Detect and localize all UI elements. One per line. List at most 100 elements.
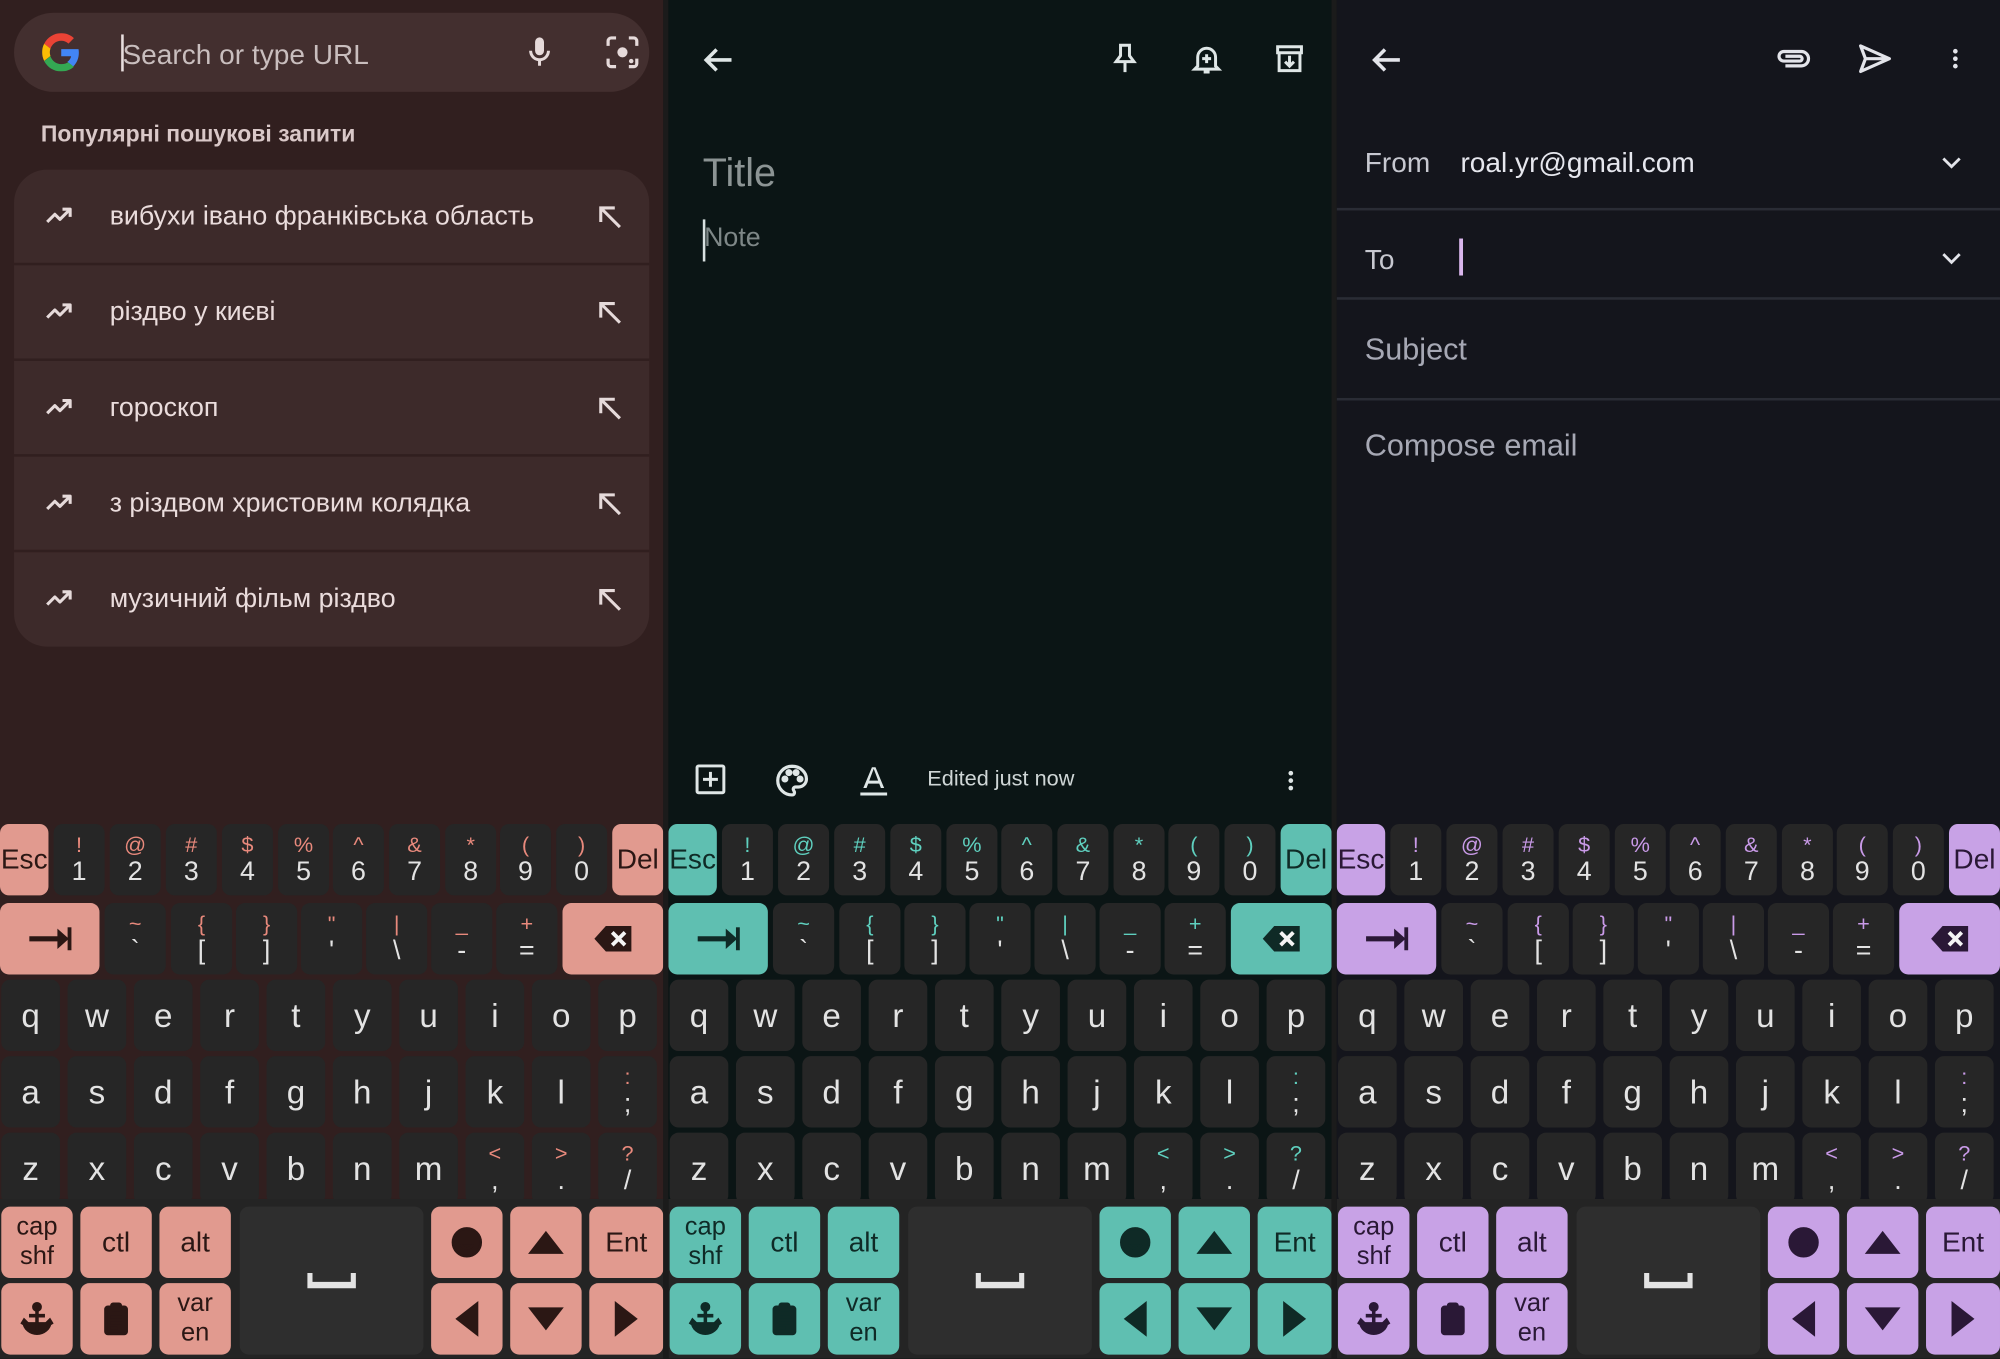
anchor-key[interactable] xyxy=(669,1283,742,1355)
key-d[interactable]: d xyxy=(133,1056,193,1128)
space-key[interactable] xyxy=(1576,1206,1761,1355)
key-bracket-left[interactable]: {[ xyxy=(170,903,233,975)
backspace-key[interactable] xyxy=(1899,903,2000,975)
arrow-right-key[interactable] xyxy=(589,1283,664,1355)
key-f[interactable]: f xyxy=(200,1056,259,1128)
key-k[interactable]: k xyxy=(1802,1056,1861,1128)
alt-key[interactable]: alt xyxy=(827,1206,900,1279)
key-x[interactable]: x xyxy=(1404,1132,1464,1205)
key-u[interactable]: u xyxy=(399,979,458,1052)
clipboard-key[interactable] xyxy=(1417,1283,1489,1355)
suggestion-item[interactable]: різдво у києві xyxy=(14,265,650,361)
key-p[interactable]: p xyxy=(1266,979,1326,1052)
key-e[interactable]: e xyxy=(1470,979,1530,1052)
key-i[interactable]: i xyxy=(1133,979,1193,1052)
space-key[interactable] xyxy=(908,1206,1092,1355)
key-1[interactable]: ! 1 xyxy=(1390,823,1442,896)
key-4[interactable]: $4 xyxy=(1558,823,1610,896)
key-v[interactable]: v xyxy=(868,1132,928,1205)
more-icon[interactable] xyxy=(1278,761,1304,799)
more-icon[interactable] xyxy=(1943,40,1969,78)
key-slash[interactable]: ? / xyxy=(1934,1132,1994,1205)
key-g[interactable]: g xyxy=(1603,1056,1662,1128)
tab-key[interactable] xyxy=(0,903,100,975)
key-m[interactable]: m xyxy=(399,1132,458,1205)
del-key[interactable]: Del xyxy=(1280,823,1332,896)
key-bracket-right[interactable]: }] xyxy=(235,903,298,975)
key-r[interactable]: r xyxy=(1536,979,1596,1052)
key-i[interactable]: i xyxy=(465,979,525,1052)
fill-arrow-icon[interactable] xyxy=(594,202,625,233)
key-f[interactable]: f xyxy=(868,1056,928,1128)
key-minus[interactable]: _ - xyxy=(1767,903,1830,975)
key-q[interactable]: q xyxy=(1,979,60,1052)
key-bracket-left[interactable]: {[ xyxy=(839,903,901,975)
key-c[interactable]: c xyxy=(802,1132,861,1205)
key-comma[interactable]: <, xyxy=(465,1132,525,1205)
key-quote[interactable]: " ' xyxy=(301,903,363,975)
key-v[interactable]: v xyxy=(1536,1132,1596,1205)
key-0[interactable]: ) 0 xyxy=(1892,823,1944,896)
mic-icon[interactable] xyxy=(522,33,558,71)
esc-key[interactable]: Esc xyxy=(0,823,49,896)
backspace-key[interactable] xyxy=(562,903,664,975)
key-s[interactable]: s xyxy=(1404,1056,1464,1128)
key-equals[interactable]: + = xyxy=(1832,903,1895,975)
to-field[interactable] xyxy=(1459,238,1464,276)
suggestion-item[interactable]: гороскоп xyxy=(14,361,650,457)
capshf-key[interactable]: cap shf xyxy=(1,1206,73,1279)
del-key[interactable]: Del xyxy=(1948,823,2000,896)
key-a[interactable]: a xyxy=(1338,1056,1397,1128)
text-format-icon[interactable] xyxy=(856,761,892,799)
key-5[interactable]: % 5 xyxy=(278,823,330,896)
del-key[interactable]: Del xyxy=(612,823,664,896)
capshf-key[interactable]: cap shf xyxy=(1338,1206,1410,1279)
key-z[interactable]: z xyxy=(1338,1132,1397,1205)
arrow-right-key[interactable] xyxy=(1926,1283,2000,1355)
var-en-key[interactable]: var en xyxy=(159,1283,231,1355)
key-i[interactable]: i xyxy=(1802,979,1861,1052)
esc-key[interactable]: Esc xyxy=(668,823,717,896)
key-slash[interactable]: ? / xyxy=(598,1132,657,1205)
key-6[interactable]: ^ 6 xyxy=(332,823,384,896)
lens-icon[interactable] xyxy=(603,33,641,71)
var-en-key[interactable]: var en xyxy=(1496,1283,1568,1355)
key-l[interactable]: l xyxy=(1200,1056,1259,1128)
enter-key[interactable]: Ent xyxy=(1257,1206,1332,1279)
key-p[interactable]: p xyxy=(598,979,657,1052)
key-l[interactable]: l xyxy=(531,1056,591,1128)
esc-key[interactable]: Esc xyxy=(1336,823,1386,896)
arrow-up-key[interactable] xyxy=(510,1206,582,1279)
key-h[interactable]: h xyxy=(332,1056,392,1128)
arrow-left-key[interactable] xyxy=(1767,1283,1840,1355)
key-3[interactable]: #3 xyxy=(1502,823,1554,896)
key-8[interactable]: * 8 xyxy=(445,823,497,896)
key-bracket-right[interactable]: }] xyxy=(904,903,966,975)
key-o[interactable]: o xyxy=(1868,979,1928,1052)
key-8[interactable]: * 8 xyxy=(1113,823,1165,896)
key-9[interactable]: (9 xyxy=(1168,823,1220,896)
key-d[interactable]: d xyxy=(1470,1056,1530,1128)
var-en-key[interactable]: var en xyxy=(827,1283,900,1355)
key-quote[interactable]: " ' xyxy=(1637,903,1699,975)
anchor-key[interactable] xyxy=(1338,1283,1410,1355)
key-slash[interactable]: ? / xyxy=(1266,1132,1326,1205)
key-g[interactable]: g xyxy=(266,1056,326,1128)
key-q[interactable]: q xyxy=(1338,979,1397,1052)
key-r[interactable]: r xyxy=(200,979,259,1052)
back-icon[interactable] xyxy=(700,42,736,78)
pin-icon[interactable] xyxy=(1107,40,1143,78)
key-a[interactable]: a xyxy=(669,1056,729,1128)
key-period[interactable]: >. xyxy=(1200,1132,1259,1205)
key-backtick[interactable]: ~ ` xyxy=(104,903,166,975)
suggestion-item[interactable]: з різдвом христовим колядка xyxy=(14,457,650,553)
compose-body-input[interactable]: Compose email xyxy=(1365,429,1578,465)
key-period[interactable]: >. xyxy=(531,1132,591,1205)
key-g[interactable]: g xyxy=(934,1056,994,1128)
key-c[interactable]: c xyxy=(133,1132,193,1205)
key-t[interactable]: t xyxy=(934,979,994,1052)
key-c[interactable]: c xyxy=(1470,1132,1530,1205)
archive-icon[interactable] xyxy=(1272,40,1308,78)
key-e[interactable]: e xyxy=(133,979,193,1052)
key-5[interactable]: % 5 xyxy=(1614,823,1666,896)
